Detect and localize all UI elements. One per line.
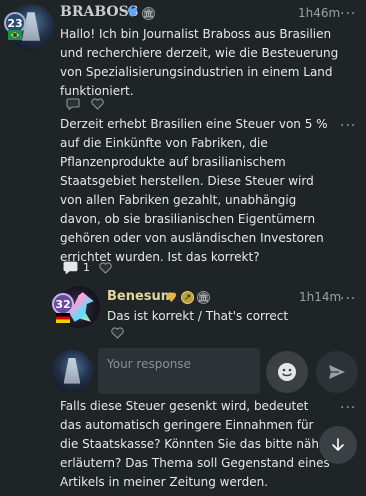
scroll-down-button[interactable] <box>319 426 357 464</box>
level-badge: 32 <box>52 293 74 315</box>
arrow-down-icon <box>332 438 344 451</box>
comment-icon <box>63 261 78 274</box>
reply-time: 1h14m <box>299 290 342 304</box>
message-text: Derzeit erhebt Brasilien eine Steuer von… <box>60 117 328 264</box>
send-button[interactable] <box>316 351 358 393</box>
response-placeholder: Your response <box>107 357 191 371</box>
government-building-icon: 🏛 <box>197 291 210 304</box>
chart-badge-icon: ↗ <box>181 291 194 304</box>
more-options-button[interactable]: ... <box>340 114 356 130</box>
current-user-avatar[interactable] <box>51 350 93 392</box>
heart-badge-icon: ♥ <box>126 6 139 21</box>
smiley-icon <box>278 363 296 381</box>
comment-count: 1 <box>83 261 90 274</box>
brazil-flag-icon <box>8 30 22 40</box>
comment-button[interactable] <box>66 98 80 110</box>
emoji-button[interactable] <box>266 351 308 393</box>
heart-icon <box>111 327 124 339</box>
comment-icon <box>66 98 80 110</box>
more-options-button[interactable]: ... <box>340 287 356 303</box>
government-building-icon: 🏛 <box>142 7 155 20</box>
more-options-button[interactable]: ... <box>340 2 356 18</box>
response-input[interactable]: Your response <box>98 348 260 394</box>
gold-heart-badge-icon: ♥ <box>165 291 178 306</box>
post-time: 1h46m <box>298 6 341 20</box>
heart-icon <box>91 98 104 110</box>
like-button[interactable] <box>99 262 112 274</box>
message-text: Falls diese Steuer gesenkt wird, bedeute… <box>60 399 332 489</box>
like-button[interactable] <box>111 327 124 339</box>
heart-icon <box>99 262 112 274</box>
comment-button[interactable]: 1 <box>63 261 90 274</box>
germany-flag-icon <box>56 313 70 323</box>
reply-text: Das ist korrekt / That's correct <box>107 309 289 323</box>
more-options-button[interactable]: ... <box>340 396 356 412</box>
send-icon <box>329 365 345 379</box>
message-text: Hallo! Ich bin Journalist Braboss aus Br… <box>60 27 339 98</box>
like-button[interactable] <box>91 98 104 110</box>
